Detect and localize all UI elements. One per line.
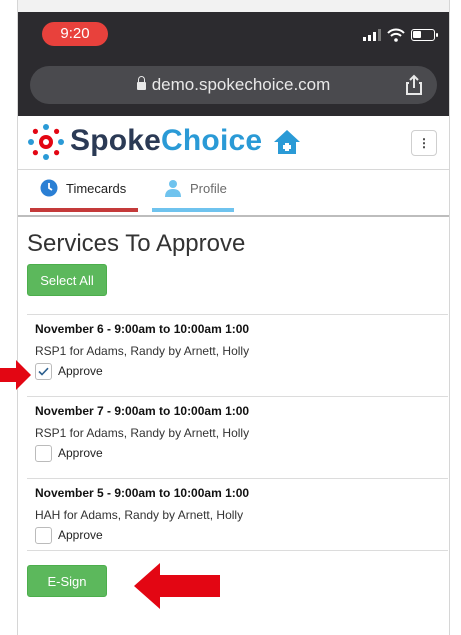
checkmark-icon xyxy=(38,367,49,376)
service-title: November 5 - 9:00am to 10:00am 1:00 xyxy=(35,486,250,500)
brand-header: SpokeChoice ⋮ xyxy=(18,116,449,170)
tab-profile[interactable]: Profile xyxy=(164,179,227,197)
home-icon[interactable] xyxy=(272,128,302,156)
tab-timecards[interactable]: Timecards xyxy=(40,179,126,197)
select-all-button[interactable]: Select All xyxy=(27,264,107,296)
top-strip xyxy=(0,0,461,12)
url-text: demo.spokechoice.com xyxy=(151,75,331,94)
spokechoice-logo-icon xyxy=(28,124,64,160)
status-icons xyxy=(363,28,438,42)
annotation-arrow-left xyxy=(0,360,31,390)
wifi-icon xyxy=(387,28,405,42)
lock-icon xyxy=(136,76,146,90)
list-divider xyxy=(27,550,448,551)
brand-name-part1: Spoke xyxy=(70,124,162,157)
tab-profile-indicator xyxy=(152,208,234,212)
esign-button[interactable]: E-Sign xyxy=(27,565,107,597)
service-description: RSP1 for Adams, Randy by Arnett, Holly xyxy=(35,344,250,358)
service-item: November 6 - 9:00am to 10:00am 1:00 RSP1… xyxy=(27,314,448,396)
service-title: November 7 - 9:00am to 10:00am 1:00 xyxy=(35,404,250,418)
share-icon[interactable] xyxy=(403,74,425,96)
battery-icon xyxy=(411,29,438,41)
service-item: November 7 - 9:00am to 10:00am 1:00 RSP1… xyxy=(27,396,448,478)
clock-icon xyxy=(40,179,58,197)
brand-name-part2: Choice xyxy=(161,124,263,157)
brand-wordmark: SpokeChoice xyxy=(70,124,262,158)
page-title: Services To Approve xyxy=(27,230,246,257)
menu-button[interactable]: ⋮ xyxy=(411,130,437,156)
phone-header: 9:20 demo.spokechoice.com xyxy=(18,12,449,116)
approve-checkbox[interactable] xyxy=(35,527,52,544)
address-bar[interactable]: demo.spokechoice.com xyxy=(30,66,437,104)
service-description: RSP1 for Adams, Randy by Arnett, Holly xyxy=(35,426,250,440)
approve-label: Approve xyxy=(58,528,103,542)
approve-label: Approve xyxy=(58,446,103,460)
approve-checkbox[interactable] xyxy=(35,363,52,380)
tab-bar: Timecards Profile xyxy=(18,171,449,217)
service-title: November 6 - 9:00am to 10:00am 1:00 xyxy=(35,322,250,336)
approve-label: Approve xyxy=(58,364,103,378)
app-content: SpokeChoice ⋮ Timecards Profile Services xyxy=(18,116,449,635)
frame-left xyxy=(0,0,18,635)
tab-timecards-label: Timecards xyxy=(66,180,127,196)
frame-right xyxy=(449,0,461,635)
annotation-arrow-esign xyxy=(134,563,220,609)
service-item: November 5 - 9:00am to 10:00am 1:00 HAH … xyxy=(27,478,448,560)
approve-checkbox[interactable] xyxy=(35,445,52,462)
signal-icon xyxy=(363,29,381,41)
tab-timecards-indicator xyxy=(30,208,138,212)
tab-profile-label: Profile xyxy=(190,180,227,196)
service-description: HAH for Adams, Randy by Arnett, Holly xyxy=(35,508,244,522)
status-time: 9:20 xyxy=(42,22,108,46)
user-icon xyxy=(165,180,181,197)
